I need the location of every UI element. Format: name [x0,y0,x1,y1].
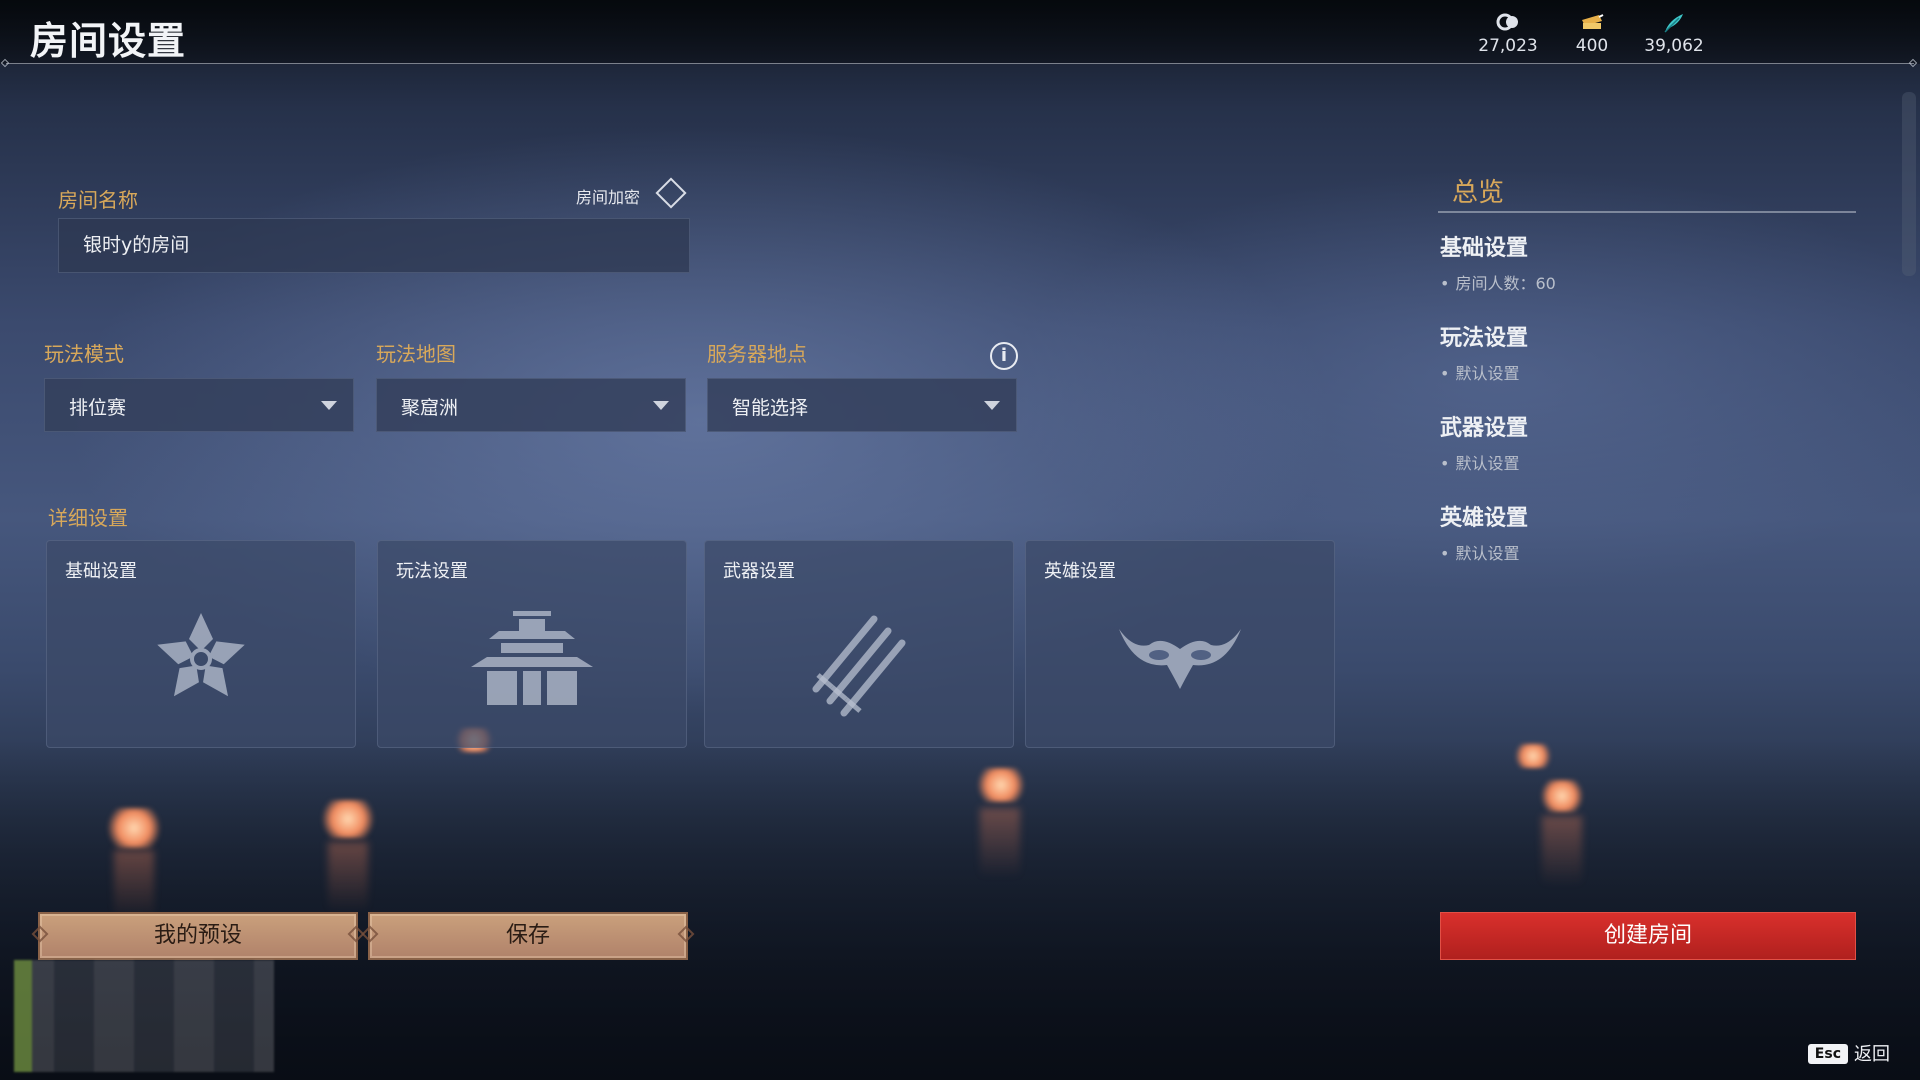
card-title: 武器设置 [723,561,795,582]
overview-section-detail: • 默认设置 [1440,364,1520,383]
overview-section-title: 玩法设置 [1440,326,1529,351]
map-dropdown[interactable]: 聚窟洲 [376,378,686,432]
currency-coin: 27,023 [1463,12,1553,56]
gold-ticket-amount: 400 [1575,36,1609,56]
lantern-light [318,800,378,838]
overview-section-detail: • 默认设置 [1440,454,1520,473]
chevron-down-icon [984,401,1000,410]
lantern-reflection [980,808,1020,878]
mask-icon [1115,609,1245,703]
map-value: 聚窟洲 [401,397,459,419]
card-title: 英雄设置 [1044,561,1116,582]
room-name-input[interactable]: 银时y的房间 [58,218,690,273]
server-value: 智能选择 [732,397,809,419]
lantern-light [1538,780,1586,812]
my-presets-label: 我的预设 [153,923,242,948]
overview-section-detail: • 默认设置 [1440,544,1520,563]
overview-detail-text: 房间人数：60 [1455,274,1556,293]
overview-detail-text: 默认设置 [1455,364,1520,383]
save-button[interactable]: 保存 [361,912,695,960]
overview-divider [1438,211,1856,213]
lantern-light [104,808,164,848]
room-lock-label: 房间加密 [576,188,641,207]
room-name-label: 房间名称 [58,188,138,212]
coin-amount: 27,023 [1478,36,1538,56]
server-dropdown[interactable]: 智能选择 [707,378,1017,432]
save-label: 保存 [505,923,550,948]
mode-value: 排位赛 [69,397,127,419]
mode-dropdown[interactable]: 排位赛 [44,378,354,432]
card-gameplay-settings[interactable]: 玩法设置 [377,540,687,748]
lantern-light [974,768,1028,802]
back-label: 返回 [1854,1044,1890,1065]
coin-icon [1463,12,1553,34]
esc-key-badge: Esc [1807,1044,1848,1064]
scrollbar[interactable] [1902,92,1916,276]
server-label: 服务器地点 [707,342,807,366]
details-label: 详细设置 [48,506,128,530]
esc-back-hint[interactable]: Esc 返回 [1807,1040,1890,1066]
overview-section-title: 基础设置 [1440,236,1529,261]
currency-feather: 39,062 [1629,12,1719,56]
card-weapon-settings[interactable]: 武器设置 [704,540,1014,748]
swords-icon [804,609,914,723]
map-label: 玩法地图 [376,342,456,366]
my-presets-button[interactable]: 我的预设 [31,912,365,960]
card-title: 玩法设置 [396,561,468,582]
lantern-reflection [1542,816,1582,886]
overview-section-title: 英雄设置 [1440,506,1529,531]
page-title: 房间设置 [30,19,187,63]
flower-icon [155,609,247,713]
overview-detail-text: 默认设置 [1455,544,1520,563]
header-divider [6,63,1914,64]
card-title: 基础设置 [65,561,137,582]
lantern-reflection [328,842,368,912]
currency-gold-ticket: 400 [1547,12,1637,56]
overview-section-title: 武器设置 [1440,416,1529,441]
feather-amount: 39,062 [1644,36,1704,56]
overview-section-detail: • 房间人数：60 [1440,274,1556,293]
gold-ticket-icon [1547,12,1637,34]
overview-detail-text: 默认设置 [1455,454,1520,473]
create-room-button[interactable]: 创建房间 [1440,912,1856,960]
lantern-reflection [114,850,154,920]
info-icon[interactable]: i [990,342,1018,370]
mode-label: 玩法模式 [44,342,124,366]
feather-icon [1629,12,1719,34]
room-lock-toggle[interactable] [655,177,687,209]
chevron-down-icon [321,401,337,410]
avatar [14,960,274,1072]
card-hero-settings[interactable]: 英雄设置 [1025,540,1335,748]
water-background [0,740,1920,1080]
chevron-down-icon [653,401,669,410]
pagoda-icon [469,609,595,713]
lantern-light [1512,744,1554,768]
overview-title: 总览 [1452,178,1505,208]
card-basic-settings[interactable]: 基础设置 [46,540,356,748]
